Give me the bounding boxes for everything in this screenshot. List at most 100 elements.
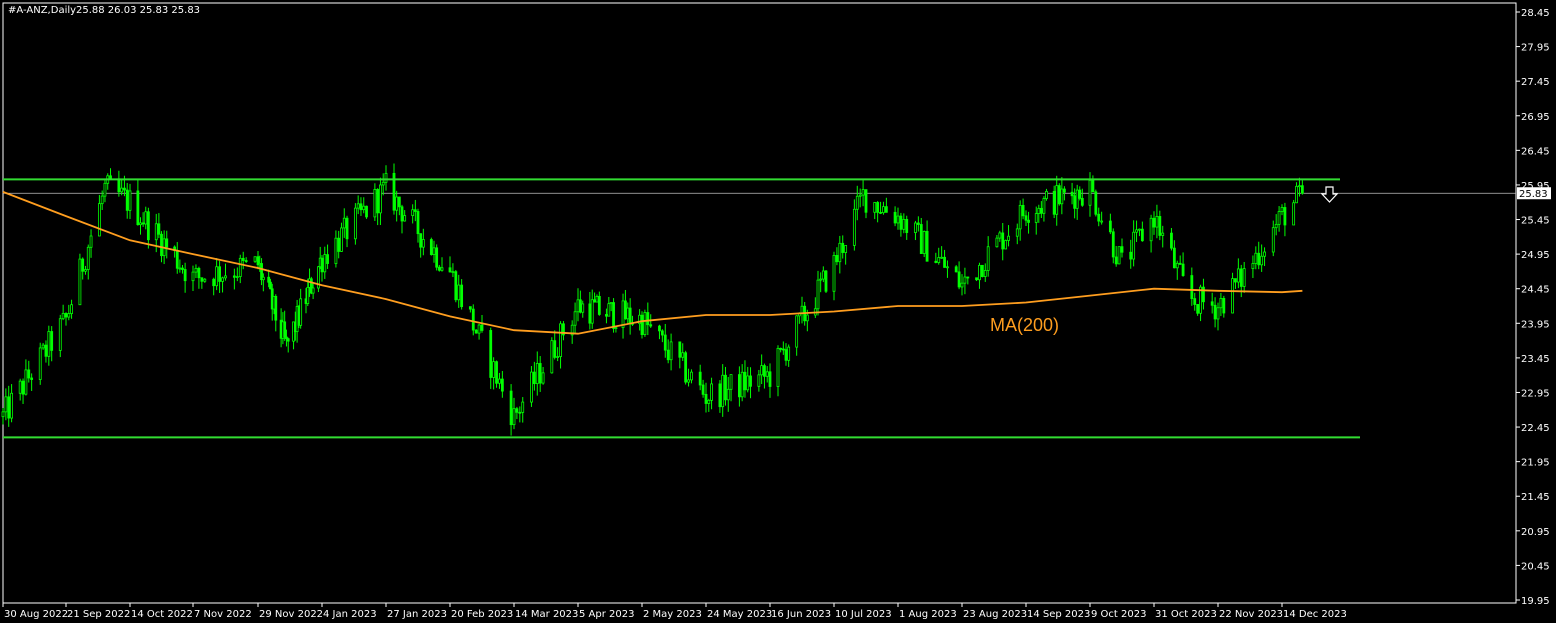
x-tick-label: 22 Nov 2023 <box>1219 609 1283 620</box>
candle-body <box>765 371 769 377</box>
candle-body <box>1298 185 1301 188</box>
candle-body <box>819 278 823 281</box>
candle-body <box>437 266 441 271</box>
candle-body <box>1114 256 1118 265</box>
candle-body <box>21 380 25 395</box>
candle-body <box>1274 223 1278 229</box>
candle-body <box>768 371 772 387</box>
candle-body <box>117 178 121 193</box>
candle-body <box>334 237 338 264</box>
candle-body <box>757 374 761 387</box>
candle-body <box>326 254 329 264</box>
candle-body <box>432 247 436 255</box>
candle-body <box>684 352 688 383</box>
candle-body <box>1181 263 1185 276</box>
candle-body <box>1073 195 1077 209</box>
candle-body <box>858 194 862 197</box>
candle-body <box>1018 204 1022 230</box>
candle-body <box>7 396 11 419</box>
candle-body <box>429 239 433 255</box>
candle-body <box>740 371 744 398</box>
candle-body <box>165 238 169 248</box>
candle-body <box>816 279 820 310</box>
candle-body <box>413 209 417 212</box>
candle-body <box>1257 252 1261 266</box>
candle-body <box>1129 251 1133 260</box>
candle-body <box>1138 228 1141 231</box>
candle-body <box>1295 185 1298 204</box>
candle-body <box>746 375 750 391</box>
candle-body <box>787 346 791 361</box>
candle-body <box>1172 247 1176 269</box>
candle-body <box>986 246 990 271</box>
candle-body <box>724 374 727 401</box>
candle-body <box>97 203 101 237</box>
candle-body <box>384 172 388 183</box>
candle-body <box>70 304 73 314</box>
candle-body <box>1140 228 1144 242</box>
candle-body <box>1094 191 1098 215</box>
candle-body <box>215 266 219 287</box>
candle-body <box>649 324 653 327</box>
candle-body <box>1222 298 1226 314</box>
candle-body <box>1135 229 1138 233</box>
candle-body <box>876 202 880 213</box>
candle-body <box>919 224 923 254</box>
x-tick-label: 21 Sep 2022 <box>67 609 130 620</box>
candle-body <box>779 347 783 350</box>
candle-body <box>379 184 382 214</box>
candle-body <box>538 363 542 384</box>
candle-body <box>419 233 423 248</box>
candle-body <box>477 324 481 334</box>
candle-body <box>861 189 865 196</box>
candle-body <box>10 392 13 419</box>
candle-body <box>612 302 615 329</box>
candle-body <box>1210 301 1214 306</box>
candle-body <box>1132 231 1136 260</box>
candle-body <box>515 408 519 413</box>
candle-body <box>1283 207 1287 226</box>
candle-body <box>1021 204 1025 217</box>
candle-body <box>595 295 599 303</box>
candle-body <box>100 195 104 205</box>
candle-body <box>299 298 303 326</box>
candle-body <box>1300 185 1304 194</box>
candle-body <box>532 371 536 385</box>
candle-body <box>605 314 608 317</box>
candle-body <box>916 222 920 225</box>
candle-body <box>1155 216 1159 228</box>
candle-body <box>244 260 248 262</box>
candle-body <box>320 257 324 273</box>
candle-body <box>500 378 504 392</box>
candle-body <box>966 276 970 279</box>
x-tick-label: 14 Dec 2023 <box>1283 609 1347 620</box>
candle-body <box>81 258 85 272</box>
candle-body <box>718 383 722 408</box>
candle-body <box>64 313 68 318</box>
candle-body <box>200 277 204 282</box>
candle-body <box>457 284 461 301</box>
price-chart[interactable]: 28.4527.9527.4526.9526.4525.9525.4524.95… <box>0 0 1556 623</box>
candle-body <box>940 256 944 259</box>
candle-body <box>1015 228 1019 237</box>
candle-body <box>1234 278 1237 283</box>
candle-body <box>899 215 903 230</box>
x-tick-label: 9 Oct 2023 <box>1091 609 1146 620</box>
candle-body <box>943 256 946 268</box>
candle-body <box>1190 275 1194 299</box>
candle-body <box>109 175 112 180</box>
candle-body <box>963 276 967 284</box>
candle-body <box>451 271 455 274</box>
candle-body <box>67 313 71 318</box>
ma-label: MA(200) <box>990 315 1059 335</box>
candle-body <box>175 250 179 269</box>
candle-body <box>27 369 31 379</box>
candle-body <box>400 206 404 222</box>
candle-body <box>1236 268 1240 283</box>
y-tick-label: 22.95 <box>1521 388 1550 399</box>
candle-body <box>721 374 725 408</box>
candle-body <box>666 349 670 361</box>
candle-body <box>212 278 216 287</box>
candle-body <box>61 313 65 320</box>
candle-body <box>197 267 201 279</box>
